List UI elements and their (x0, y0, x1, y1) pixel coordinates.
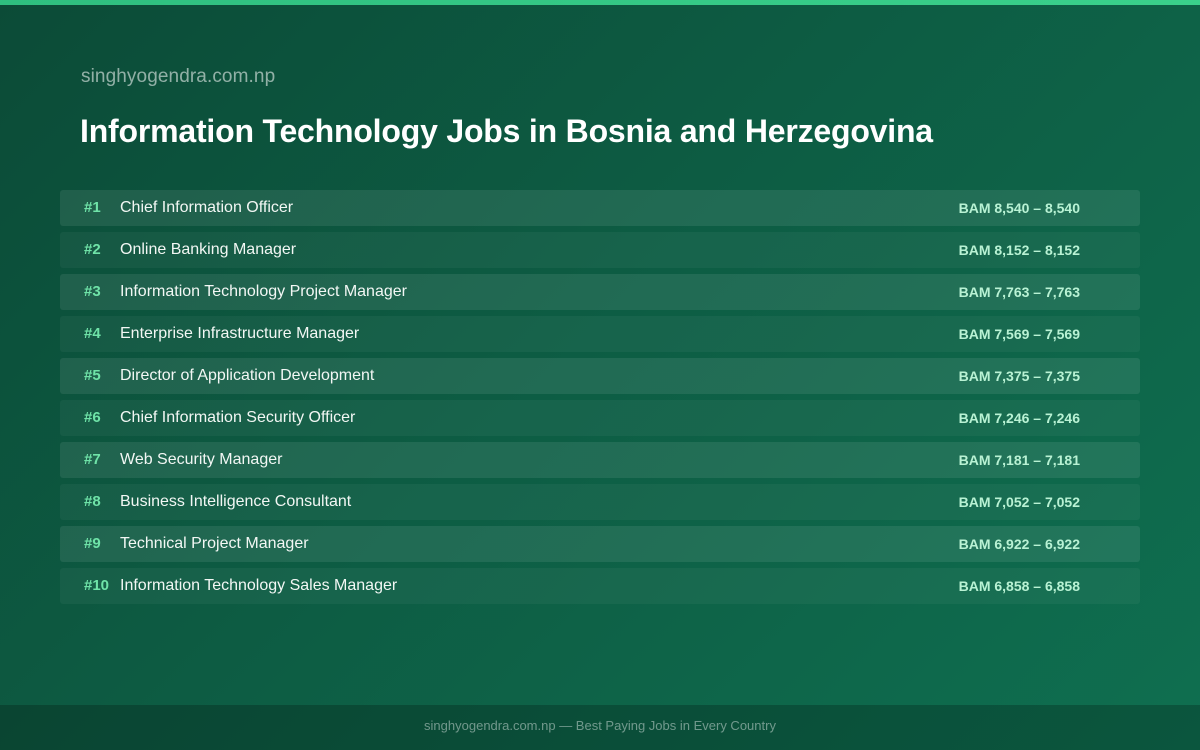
job-title: Chief Information Security Officer (120, 409, 356, 426)
jobs-list: #1 Chief Information Officer BAM 8,540 –… (60, 190, 1140, 610)
job-rank: #8 (84, 493, 101, 510)
job-title: Chief Information Officer (120, 199, 294, 216)
job-salary: BAM 7,375 – 7,375 (958, 368, 1080, 384)
job-row: #10 Information Technology Sales Manager… (60, 568, 1140, 604)
job-rank: #2 (84, 241, 101, 258)
footer-text: singhyogendra.com.np — Best Paying Jobs … (424, 718, 776, 733)
job-rank: #7 (84, 451, 101, 468)
job-row: #6 Chief Information Security Officer BA… (60, 400, 1140, 436)
job-salary: BAM 7,052 – 7,052 (958, 494, 1080, 510)
job-salary: BAM 7,246 – 7,246 (958, 410, 1080, 426)
job-rank: #10 (84, 577, 110, 594)
job-row: #9 Technical Project Manager BAM 6,922 –… (60, 526, 1140, 562)
job-salary: BAM 6,922 – 6,922 (958, 536, 1080, 552)
job-row: #1 Chief Information Officer BAM 8,540 –… (60, 190, 1140, 226)
page-title: Information Technology Jobs in Bosnia an… (80, 113, 933, 149)
job-salary: BAM 8,152 – 8,152 (958, 242, 1080, 258)
job-title: Business Intelligence Consultant (120, 493, 352, 510)
job-rank: #3 (84, 283, 101, 300)
job-rank: #4 (84, 325, 101, 342)
top-accent-bar (0, 0, 1200, 5)
job-title: Information Technology Project Manager (120, 283, 407, 300)
site-name: singhyogendra.com.np (81, 66, 276, 87)
job-title: Web Security Manager (120, 451, 283, 468)
job-row: #4 Enterprise Infrastructure Manager BAM… (60, 316, 1140, 352)
job-title: Online Banking Manager (120, 241, 297, 258)
job-salary: BAM 6,858 – 6,858 (958, 578, 1080, 594)
job-rank: #5 (84, 367, 101, 384)
job-title: Director of Application Development (120, 367, 375, 384)
job-row: #8 Business Intelligence Consultant BAM … (60, 484, 1140, 520)
job-salary: BAM 7,569 – 7,569 (958, 326, 1080, 342)
footer: singhyogendra.com.np — Best Paying Jobs … (0, 705, 1200, 750)
job-rank: #1 (84, 199, 101, 216)
job-title: Information Technology Sales Manager (120, 577, 398, 594)
job-title: Enterprise Infrastructure Manager (120, 325, 360, 342)
job-salary: BAM 7,181 – 7,181 (958, 452, 1080, 468)
job-row: #3 Information Technology Project Manage… (60, 274, 1140, 310)
job-row: #2 Online Banking Manager BAM 8,152 – 8,… (60, 232, 1140, 268)
job-salary: BAM 7,763 – 7,763 (958, 284, 1080, 300)
job-rank: #9 (84, 535, 101, 552)
job-rank: #6 (84, 409, 101, 426)
job-salary: BAM 8,540 – 8,540 (958, 200, 1080, 216)
job-row: #5 Director of Application Development B… (60, 358, 1140, 394)
job-row: #7 Web Security Manager BAM 7,181 – 7,18… (60, 442, 1140, 478)
job-title: Technical Project Manager (120, 535, 309, 552)
